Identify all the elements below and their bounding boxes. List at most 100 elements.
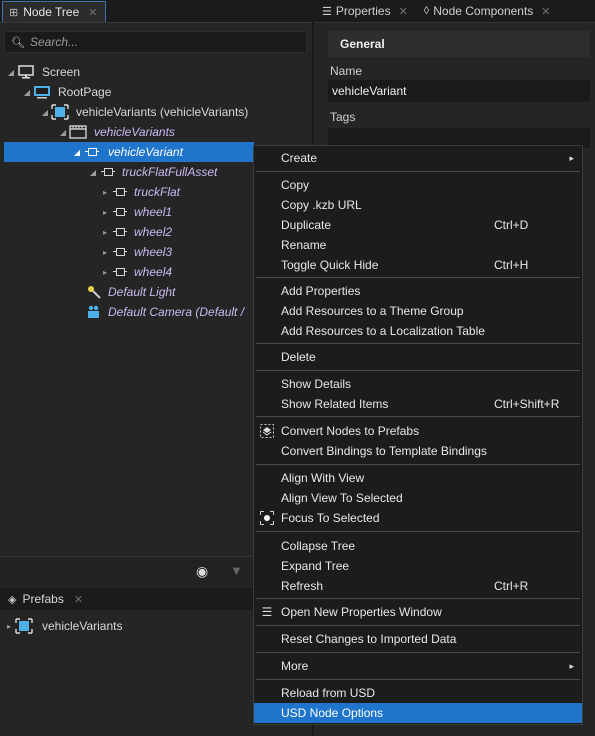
search-input[interactable]: 🔍︎ Search... xyxy=(4,31,307,53)
menu-item-copy-kzb-url[interactable]: Copy .kzb URL xyxy=(254,195,582,215)
menu-item-add-properties[interactable]: Add Properties xyxy=(254,281,582,301)
expand-arrow-icon[interactable]: ◢ xyxy=(40,108,50,117)
menu-item-convert-nodes-to-prefabs[interactable]: Convert Nodes to Prefabs xyxy=(254,421,582,441)
menu-item-refresh[interactable]: Refresh Ctrl+R xyxy=(254,576,582,596)
expand-arrow-icon[interactable]: ◢ xyxy=(58,128,68,137)
menu-item-rename[interactable]: Rename xyxy=(254,235,582,255)
prefab-item-vehiclevariants[interactable]: ▸ vehicleVariants xyxy=(4,616,122,636)
tree-item-vehiclevariant[interactable]: ◢ vehicleVariant xyxy=(4,142,254,162)
eye-icon[interactable]: ◉ xyxy=(196,563,208,580)
menu-item-add-to-localization-table[interactable]: Add Resources to a Localization Table xyxy=(254,321,582,341)
tree-item-vehiclevariants[interactable]: ◢ vehicleVariants xyxy=(58,122,175,142)
tags-label: Tags xyxy=(330,110,356,124)
menu-separator xyxy=(256,679,580,680)
close-icon[interactable]: ✕ xyxy=(399,5,408,18)
components-icon: ◊ xyxy=(423,5,430,17)
menu-item-show-related-items[interactable]: Show Related Items Ctrl+Shift+R xyxy=(254,394,582,414)
menu-item-focus-to-selected[interactable]: Focus To Selected xyxy=(254,508,582,528)
menu-item-align-with-view[interactable]: Align With View xyxy=(254,468,582,488)
tree-item-label: Default Camera (Default / xyxy=(108,305,245,319)
menu-item-label: Add Properties xyxy=(281,284,361,298)
node-icon xyxy=(110,208,130,216)
prefab-placeholder-icon xyxy=(50,104,70,120)
tree-item-truckflat[interactable]: ▸ truckFlat xyxy=(100,182,180,202)
tab-node-tree[interactable]: ⊞ Node Tree ✕ xyxy=(2,1,107,22)
menu-item-label: Refresh xyxy=(281,579,324,593)
menu-item-usd-node-options[interactable]: USD Node Options xyxy=(254,703,582,723)
menu-separator xyxy=(256,464,580,465)
prefab-icon xyxy=(14,618,34,634)
context-menu: Create ▸ Copy Copy .kzb URL Duplicate Ct… xyxy=(253,145,583,725)
tree-item-rootpage[interactable]: ◢ RootPage xyxy=(22,82,111,102)
tree-item-wheel2[interactable]: ▸ wheel2 xyxy=(100,222,172,242)
menu-item-label: Align View To Selected xyxy=(281,491,403,505)
menu-item-shortcut: Ctrl+R xyxy=(494,579,529,593)
tree-item-label: RootPage xyxy=(58,85,112,99)
section-general[interactable]: General xyxy=(328,31,590,57)
menu-item-create[interactable]: Create ▸ xyxy=(254,148,582,168)
menu-item-add-to-theme-group[interactable]: Add Resources to a Theme Group xyxy=(254,301,582,321)
menu-item-copy[interactable]: Copy xyxy=(254,175,582,195)
tab-node-components-label: Node Components xyxy=(433,4,534,18)
camera-icon xyxy=(84,304,104,320)
menu-item-more[interactable]: More ▸ xyxy=(254,656,582,676)
tree-item-label: vehicleVariants (vehicleVariants) xyxy=(76,105,249,119)
tree-item-wheel3[interactable]: ▸ wheel3 xyxy=(100,242,172,262)
tree-item-default-light[interactable]: Default Light xyxy=(84,282,175,302)
menu-item-reset-changes[interactable]: Reset Changes to Imported Data xyxy=(254,629,582,649)
collapse-arrow-icon[interactable]: ▸ xyxy=(4,622,14,631)
collapse-arrow-icon[interactable]: ▸ xyxy=(100,228,110,237)
expand-arrow-icon[interactable]: ◢ xyxy=(72,148,82,157)
menu-separator xyxy=(256,277,580,278)
tree-item-vehiclevariants-prefab[interactable]: ◢ vehicleVariants (vehicleVariants) xyxy=(40,102,248,122)
collapse-arrow-icon[interactable]: ▸ xyxy=(100,248,110,257)
menu-item-delete[interactable]: Delete xyxy=(254,347,582,367)
tab-properties[interactable]: ☰ Properties ✕ xyxy=(314,0,416,22)
menu-item-expand-tree[interactable]: Expand Tree xyxy=(254,556,582,576)
menu-item-open-new-properties-window[interactable]: ☰ Open New Properties Window xyxy=(254,602,582,622)
menu-separator xyxy=(256,343,580,344)
menu-item-label: Align With View xyxy=(281,471,365,485)
menu-separator xyxy=(256,171,580,172)
tree-item-default-camera[interactable]: Default Camera (Default / xyxy=(84,302,244,322)
tree-item-screen[interactable]: ◢ Screen xyxy=(6,62,80,82)
tree-item-wheel4[interactable]: ▸ wheel4 xyxy=(100,262,172,282)
menu-item-show-details[interactable]: Show Details xyxy=(254,374,582,394)
collapse-arrow-icon[interactable]: ▸ xyxy=(100,208,110,217)
menu-item-collapse-tree[interactable]: Collapse Tree xyxy=(254,536,582,556)
name-label: Name xyxy=(330,64,363,78)
menu-item-convert-bindings[interactable]: Convert Bindings to Template Bindings xyxy=(254,441,582,461)
menu-separator xyxy=(256,652,580,653)
name-field[interactable]: vehicleVariant xyxy=(328,80,590,102)
tab-prefabs-label[interactable]: Prefabs xyxy=(22,592,63,606)
tree-item-label: truckFlatFullAsset xyxy=(122,165,218,179)
expand-arrow-icon[interactable]: ◢ xyxy=(6,68,16,77)
menu-item-label: Focus To Selected xyxy=(281,511,380,525)
node-icon xyxy=(110,248,130,256)
tree-item-label: wheel2 xyxy=(134,225,173,239)
menu-separator xyxy=(256,531,580,532)
submenu-arrow-icon: ▸ xyxy=(569,660,574,671)
tree-item-wheel1[interactable]: ▸ wheel1 xyxy=(100,202,172,222)
close-icon[interactable]: ✕ xyxy=(74,593,83,606)
collapse-arrow-icon[interactable]: ▸ xyxy=(100,188,110,197)
node-icon xyxy=(82,148,102,156)
tab-node-components[interactable]: ◊ Node Components ✕ xyxy=(416,0,559,22)
expand-arrow-icon[interactable]: ◢ xyxy=(22,88,32,97)
expand-arrow-icon[interactable]: ◢ xyxy=(88,168,98,177)
menu-item-toggle-quick-hide[interactable]: Toggle Quick Hide Ctrl+H xyxy=(254,255,582,275)
tree-item-truckflatfullasset[interactable]: ◢ truckFlatFullAsset xyxy=(88,162,217,182)
node-tree-tabbar: ⊞ Node Tree ✕ xyxy=(0,0,312,23)
search-placeholder: Search... xyxy=(29,35,78,49)
menu-item-label: Copy xyxy=(281,178,310,192)
menu-item-reload-from-usd[interactable]: Reload from USD xyxy=(254,683,582,703)
list-icon: ☰ xyxy=(322,5,332,18)
menu-item-duplicate[interactable]: Duplicate Ctrl+D xyxy=(254,215,582,235)
collapse-arrow-icon[interactable]: ▸ xyxy=(100,268,110,277)
menu-item-align-view-to-selected[interactable]: Align View To Selected xyxy=(254,488,582,508)
close-icon[interactable]: ✕ xyxy=(88,6,97,19)
menu-item-shortcut: Ctrl+Shift+R xyxy=(494,397,560,411)
menu-item-label: Collapse Tree xyxy=(281,539,356,553)
filter-icon[interactable]: ▼ xyxy=(230,563,243,578)
close-icon[interactable]: ✕ xyxy=(541,5,550,18)
